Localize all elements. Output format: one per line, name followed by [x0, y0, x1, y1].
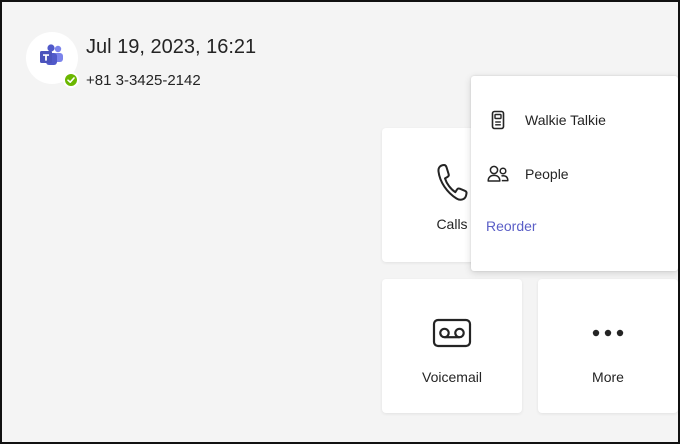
more-dots-icon: [590, 311, 626, 355]
reorder-link[interactable]: Reorder: [486, 218, 537, 234]
menu-item-walkie-talkie[interactable]: Walkie Talkie: [471, 100, 678, 140]
date-time-label: Jul 19, 2023, 16:21: [86, 36, 257, 58]
calls-tile-label: Calls: [436, 216, 468, 232]
more-tile[interactable]: More: [538, 279, 678, 413]
more-tile-label: More: [592, 369, 624, 385]
walkie-talkie-icon: [487, 109, 509, 131]
menu-item-label: Walkie Talkie: [525, 112, 606, 128]
available-check-icon: [63, 72, 79, 88]
menu-item-people[interactable]: People: [471, 154, 678, 194]
voicemail-tile-label: Voicemail: [422, 369, 482, 385]
menu-item-label: People: [525, 166, 569, 182]
voicemail-tile[interactable]: Voicemail: [382, 279, 522, 413]
device-screen: Jul 19, 2023, 16:21 +81 3-3425-2142 Call…: [0, 0, 680, 444]
phone-icon: [435, 160, 469, 204]
teams-logo-icon: [39, 43, 65, 73]
more-apps-menu: Walkie Talkie People Reorder: [471, 76, 678, 271]
people-icon: [487, 163, 509, 185]
voicemail-icon: [432, 311, 472, 355]
phone-number-label: +81 3-3425-2142: [86, 72, 201, 89]
